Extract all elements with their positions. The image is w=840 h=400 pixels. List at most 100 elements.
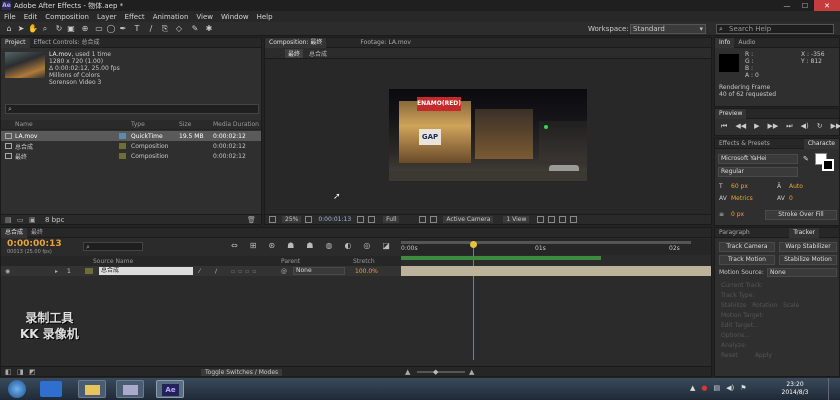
ie-taskbar-icon[interactable]	[40, 381, 62, 397]
trash-icon[interactable]: 🗑	[247, 216, 256, 224]
after-effects-taskbar-button[interactable]: Ae	[156, 380, 184, 398]
zoom-slider-handle[interactable]: ◆	[433, 368, 438, 376]
tray-flag-icon[interactable]: ⚑	[740, 384, 746, 392]
eyedropper-icon[interactable]: ✎	[803, 155, 809, 163]
tray-network-icon[interactable]: ▤	[714, 384, 721, 392]
tab-paragraph[interactable]: Paragraph	[715, 228, 754, 238]
expand-transfer-controls-icon[interactable]: ◨	[17, 368, 24, 376]
views-select[interactable]: 1 View	[503, 216, 530, 223]
menu-file[interactable]: File	[0, 13, 20, 21]
timeline-search-input[interactable]: ⌕	[83, 242, 143, 251]
transparency-grid-icon[interactable]	[430, 216, 438, 223]
selection-tool-icon[interactable]: ➤	[16, 24, 26, 34]
eraser-tool-icon[interactable]: ◇	[174, 24, 184, 34]
col-parent[interactable]: Parent	[281, 258, 300, 265]
layer-label-color[interactable]	[85, 268, 93, 274]
draft-3d-icon[interactable]: ⊛	[268, 241, 275, 250]
tab-tracker[interactable]: Tracker	[789, 227, 819, 238]
minimize-button[interactable]: —	[778, 0, 796, 11]
project-search-input[interactable]: ⌕	[5, 104, 259, 114]
frame-blending-icon[interactable]: ☗	[306, 241, 313, 250]
expand-layer-switches-icon[interactable]: ◧	[5, 368, 12, 376]
tab-info[interactable]: Info	[715, 37, 735, 48]
zoom-select[interactable]: 25%	[282, 216, 302, 223]
menu-animation[interactable]: Animation	[149, 13, 193, 21]
crumb-master[interactable]: 总合成	[309, 49, 327, 58]
next-frame-icon[interactable]: ▶▶	[767, 122, 778, 131]
clock[interactable]: 23:20 2014/8/3	[770, 381, 820, 397]
layer-duration-bar[interactable]	[401, 266, 711, 276]
expand-in-out-icon[interactable]: ◩	[29, 368, 36, 376]
tab-footage[interactable]: Footage: LA.mov	[356, 38, 415, 48]
app-taskbar-button[interactable]	[116, 380, 144, 398]
tab-composition[interactable]: Composition: 最终	[265, 37, 327, 48]
composition-frame[interactable]: ENAMO(RED) GAP	[389, 89, 587, 181]
zoom-out-icon[interactable]: ▲	[405, 368, 410, 376]
fast-previews-icon[interactable]	[548, 216, 556, 223]
flowchart-icon[interactable]	[570, 216, 578, 223]
kerning-value[interactable]: Metrics	[731, 195, 753, 202]
search-help-input[interactable]: ⌕ Search Help	[716, 24, 834, 34]
crumb-final[interactable]: 最终	[285, 48, 304, 58]
zoom-slider-track[interactable]	[417, 371, 465, 373]
stretch-value[interactable]: 100.0%	[355, 268, 378, 275]
font-family-select[interactable]: Microsoft YaHei	[718, 154, 798, 164]
snapshot-icon[interactable]	[357, 216, 365, 223]
font-style-select[interactable]: Regular	[718, 167, 798, 177]
new-folder-icon[interactable]: ▭	[17, 216, 24, 224]
zoom-tool-icon[interactable]: ⌕	[40, 24, 50, 34]
visibility-eye-icon[interactable]: ◉	[5, 268, 10, 275]
label-color-swatch[interactable]	[119, 153, 126, 159]
leading-value[interactable]: Auto	[789, 183, 803, 190]
project-list-item[interactable]: 最终 Composition 0:00:02:12	[1, 151, 261, 161]
interpret-footage-icon[interactable]: ▤	[5, 216, 12, 224]
label-color-swatch[interactable]	[119, 133, 126, 139]
stroke-color-swatch[interactable]	[822, 159, 834, 171]
brainstorm-icon[interactable]: ◐	[344, 241, 351, 250]
clone-tool-icon[interactable]: ⎘	[160, 24, 170, 34]
puppet-tool-icon[interactable]: ✱	[204, 24, 214, 34]
menu-edit[interactable]: Edit	[20, 13, 42, 21]
shy-switch-icon[interactable]: ⁄	[199, 268, 200, 275]
stroke-size-value[interactable]: 0 px	[731, 211, 744, 218]
show-desktop-button[interactable]	[828, 378, 840, 400]
motion-source-select[interactable]: None	[767, 268, 837, 277]
show-channel-icon[interactable]	[368, 216, 376, 223]
pen-tool-icon[interactable]: ✒	[118, 24, 128, 34]
prev-frame-icon[interactable]: ◀◀	[735, 122, 746, 131]
ellipse-tool-icon[interactable]: ◯	[106, 24, 116, 34]
play-icon[interactable]: ▶	[754, 122, 759, 131]
project-list-item[interactable]: 总合成 Composition 0:00:02:12	[1, 141, 261, 151]
zoom-in-icon[interactable]: ▲	[469, 368, 474, 376]
viewer-timecode[interactable]: 0:00:01:13	[318, 216, 351, 223]
timeline-icon[interactable]	[559, 216, 567, 223]
menu-composition[interactable]: Composition	[41, 13, 93, 21]
mask-tool-icon[interactable]: ▭	[94, 24, 104, 34]
tracking-value[interactable]: 0	[789, 195, 793, 202]
close-button[interactable]: ✕	[814, 0, 840, 11]
label-color-swatch[interactable]	[119, 143, 126, 149]
tray-volume-icon[interactable]: ◀)	[726, 384, 734, 392]
start-button[interactable]	[8, 380, 26, 398]
stroke-mode-select[interactable]: Stroke Over Fill	[765, 210, 837, 220]
bpc-label[interactable]: 8 bpc	[45, 216, 64, 224]
auto-keyframe-icon[interactable]: ◪	[382, 241, 390, 250]
col-duration[interactable]: Media Duration	[213, 121, 259, 128]
tab-timeline-final[interactable]: 最终	[27, 228, 47, 238]
col-type[interactable]: Type	[131, 121, 145, 128]
toggle-switches-modes-button[interactable]: Toggle Switches / Modes	[201, 369, 283, 376]
region-of-interest-icon[interactable]	[419, 216, 427, 223]
menu-help[interactable]: Help	[253, 13, 277, 21]
brush-tool-icon[interactable]: ∕	[146, 24, 156, 34]
motion-blur-icon[interactable]: ◍	[325, 241, 332, 250]
col-source-name[interactable]: Source Name	[93, 258, 133, 265]
pan-behind-tool-icon[interactable]: ⊕	[80, 24, 90, 34]
track-motion-button[interactable]: Track Motion	[719, 255, 775, 265]
collapse-switch-icon[interactable]: ∕	[215, 268, 217, 275]
expand-arrow-icon[interactable]: ▸	[55, 268, 58, 275]
home-icon[interactable]: ⌂	[4, 24, 14, 34]
safe-zones-icon[interactable]	[305, 216, 313, 223]
camera-select[interactable]: Active Camera	[443, 216, 494, 223]
camera-tool-icon[interactable]: ▣	[66, 24, 76, 34]
parent-select[interactable]: None	[293, 267, 345, 275]
